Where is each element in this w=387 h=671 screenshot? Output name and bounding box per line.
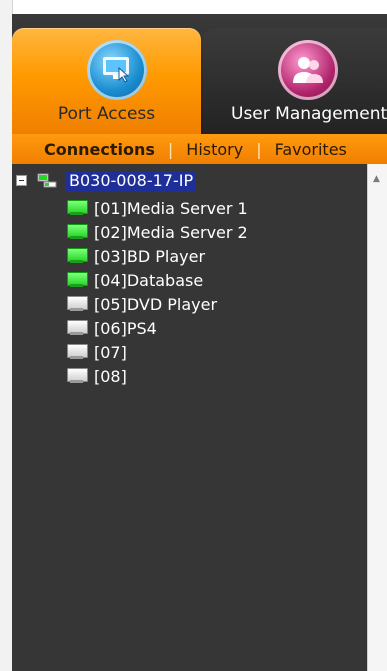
tab-user-management-label: User Management [231, 104, 387, 124]
tree-port-04[interactable]: [04]Database [66, 269, 203, 291]
port-label: [08] [94, 366, 127, 386]
network-device-icon [36, 172, 58, 190]
subtab-divider: | [256, 139, 262, 159]
tree-port-06[interactable]: [06]PS4 [66, 317, 157, 339]
tree-port-02[interactable]: [02]Media Server 2 [66, 221, 248, 243]
tab-port-access[interactable]: Port Access [12, 28, 201, 134]
monitor-online-icon [66, 199, 88, 217]
port-label: [02]Media Server 2 [94, 222, 248, 242]
tree-port-08[interactable]: [08] [66, 365, 127, 387]
monitor-offline-icon [66, 367, 88, 385]
tab-port-access-label: Port Access [57, 104, 156, 124]
port-label: [05]DVD Player [94, 294, 218, 314]
tree-port-05[interactable]: [05]DVD Player [66, 293, 217, 315]
tree-scrollbar[interactable]: ▲ [367, 164, 387, 671]
tree-port-01[interactable]: [01]Media Server 1 [66, 197, 248, 219]
subtab-connections[interactable]: Connections [44, 140, 155, 159]
monitor-offline-icon [66, 319, 88, 337]
subtab-bar: Connections | History | Favorites [12, 134, 387, 164]
monitor-online-icon [66, 223, 88, 241]
port-label: [01]Media Server 1 [94, 198, 248, 218]
port-label: [03]BD Player [94, 246, 206, 266]
subtab-history[interactable]: History [186, 140, 243, 159]
collapse-toggle-icon[interactable] [16, 175, 27, 186]
port-access-icon [87, 40, 147, 100]
tree-port-07[interactable]: [07] [66, 341, 127, 363]
port-label: [04]Database [94, 270, 204, 290]
tree-root-device[interactable]: B030-008-17-IP [66, 171, 197, 191]
monitor-offline-icon [66, 295, 88, 313]
user-management-icon [278, 40, 338, 100]
port-label: [06]PS4 [94, 318, 157, 338]
subtab-divider: | [167, 139, 174, 159]
subtab-favorites[interactable]: Favorites [275, 140, 347, 159]
monitor-online-icon [66, 247, 88, 265]
monitor-online-icon [66, 271, 88, 289]
tree-port-03[interactable]: [03]BD Player [66, 245, 205, 267]
port-label: [07] [94, 342, 127, 362]
tab-user-management[interactable]: User Management [203, 28, 387, 134]
scroll-up-arrow-icon[interactable]: ▲ [373, 174, 380, 184]
monitor-offline-icon [66, 343, 88, 361]
